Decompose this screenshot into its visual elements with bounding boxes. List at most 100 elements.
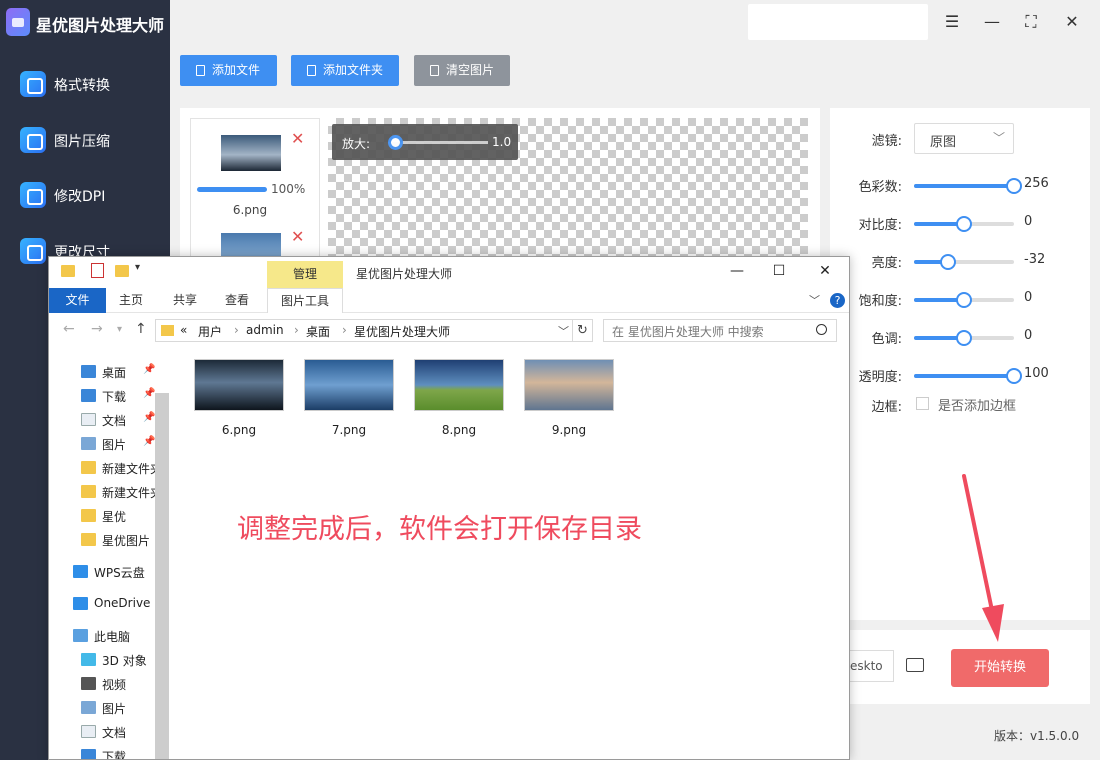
path-dropdown-icon[interactable]: ﹀: [558, 323, 569, 339]
saturation-slider[interactable]: [914, 292, 1014, 308]
folder-icon: [81, 509, 96, 522]
file-item[interactable]: 9.png: [519, 359, 619, 449]
file-thumbnail: [414, 359, 504, 411]
nav-tree-item[interactable]: 图片: [81, 697, 155, 719]
opacity-slider[interactable]: [914, 368, 1022, 384]
nav-tree-item[interactable]: 3D 对象: [81, 649, 155, 671]
explorer-ribbon: 文件 主页 共享 查看 图片工具 ﹀ ?: [49, 288, 849, 313]
opacity-slider-knob[interactable]: [1006, 368, 1022, 384]
add-border-checkbox[interactable]: [916, 397, 929, 410]
opacity-value: 100: [1024, 366, 1049, 381]
file-list-item[interactable]: ✕ 100% 6.png: [191, 119, 319, 217]
explorer-search-input[interactable]: 在 星优图片处理大师 中搜索: [603, 319, 837, 342]
file-item[interactable]: 8.png: [409, 359, 509, 449]
content-area: ✕ 100% 6.png ✕ 放大: 1.0: [180, 108, 820, 269]
nav-tree-item[interactable]: 新建文件夹: [81, 481, 155, 503]
tab-home[interactable]: 主页: [111, 288, 151, 313]
add-folder-button[interactable]: 添加文件夹: [291, 55, 399, 86]
help-icon[interactable]: ?: [830, 293, 845, 308]
breadcrumb-users[interactable]: 用户: [198, 323, 222, 340]
up-arrow-icon[interactable]: ↑: [135, 321, 147, 337]
explorer-title: 星优图片处理大师: [356, 267, 453, 281]
tab-share[interactable]: 共享: [165, 288, 205, 313]
nav-tree-item[interactable]: 星优: [81, 505, 155, 527]
resize-icon: [20, 238, 46, 264]
nav-tree-item[interactable]: 新建文件夹: [81, 457, 155, 479]
brightness-slider[interactable]: [914, 254, 1014, 270]
close-icon[interactable]: ✕: [817, 263, 833, 279]
forward-arrow-icon[interactable]: →: [91, 321, 103, 337]
brightness-label: 亮度:: [871, 256, 902, 271]
breadcrumb-overflow[interactable]: «: [180, 323, 187, 337]
breadcrumb-admin[interactable]: admin: [246, 323, 284, 337]
nav-tree-item[interactable]: 下载 📌: [81, 385, 155, 407]
breadcrumb-current-folder[interactable]: 星优图片处理大师: [354, 323, 450, 340]
remove-file-icon[interactable]: ✕: [291, 227, 304, 246]
add-file-button[interactable]: 添加文件: [180, 55, 277, 86]
quick-access-dropdown-icon[interactable]: ▾: [135, 262, 140, 273]
tab-manage[interactable]: 管理: [267, 261, 343, 288]
color-count-slider-knob[interactable]: [1006, 178, 1022, 194]
file-name: 7.png: [331, 423, 367, 437]
back-arrow-icon[interactable]: ←: [63, 321, 75, 337]
new-folder-icon[interactable]: [115, 265, 129, 277]
folder-icon: [81, 461, 96, 474]
breadcrumb-desktop[interactable]: 桌面: [306, 323, 330, 340]
filter-select[interactable]: 原图 ﹀: [914, 123, 1014, 154]
nav-tree-item[interactable]: 星优图片: [81, 529, 155, 551]
maximize-icon[interactable]: ⛶: [1021, 12, 1041, 32]
maximize-icon[interactable]: ☐: [771, 263, 787, 279]
brightness-slider-knob[interactable]: [940, 254, 956, 270]
expand-ribbon-icon[interactable]: ﹀: [809, 292, 820, 308]
properties-icon[interactable]: [91, 263, 104, 278]
hue-slider[interactable]: [914, 330, 1014, 346]
navigation-scrollbar[interactable]: [155, 393, 169, 759]
nav-tree-label: 新建文件夹: [102, 462, 155, 476]
nav-tree-item[interactable]: 下载: [81, 745, 155, 759]
contrast-slider-knob[interactable]: [956, 216, 972, 232]
nav-tree-item[interactable]: 文档: [81, 721, 155, 743]
sidebar-item-compress[interactable]: 图片压缩: [0, 118, 170, 162]
nav-tree-item[interactable]: 视频: [81, 673, 155, 695]
nav-tree-label: 3D 对象: [102, 654, 147, 668]
nav-tree-item[interactable]: 文档 📌: [81, 409, 155, 431]
close-icon[interactable]: ✕: [1062, 12, 1082, 32]
nav-tree-item[interactable]: 桌面 📌: [81, 361, 155, 383]
start-convert-button[interactable]: 开始转换: [951, 649, 1049, 687]
path-field[interactable]: « 用户 › admin › 桌面 › 星优图片处理大师 ﹀: [155, 319, 573, 342]
tab-file[interactable]: 文件: [49, 288, 106, 313]
dpi-icon: [20, 182, 46, 208]
refresh-icon[interactable]: ↻: [573, 319, 593, 342]
contrast-slider[interactable]: [914, 216, 1014, 232]
sidebar-item-dpi[interactable]: 修改DPI: [0, 173, 170, 217]
hue-slider-knob[interactable]: [956, 330, 972, 346]
color-count-slider[interactable]: [914, 178, 1022, 194]
nav-tree-item[interactable]: 图片 📌: [81, 433, 155, 455]
sidebar-item-format-convert[interactable]: 格式转换: [0, 62, 170, 106]
nav-tree-item[interactable]: WPS云盘: [73, 561, 155, 583]
format-convert-icon: [20, 71, 46, 97]
remove-file-icon[interactable]: ✕: [291, 129, 304, 148]
file-name: 6.png: [221, 423, 257, 437]
color-count-slider-fill: [914, 184, 1014, 188]
file-item[interactable]: 7.png: [299, 359, 399, 449]
cloud-icon: [73, 565, 88, 578]
tab-picture-tools[interactable]: 图片工具: [267, 288, 343, 313]
breadcrumb-separator: ›: [342, 323, 347, 337]
nav-tree-item[interactable]: OneDrive: [73, 593, 155, 615]
clear-images-button[interactable]: 清空图片: [414, 55, 510, 86]
open-folder-icon[interactable]: [906, 658, 924, 672]
output-path-field[interactable]: eskto: [848, 650, 894, 682]
nav-tree-item[interactable]: 此电脑: [73, 625, 155, 647]
tab-view[interactable]: 查看: [217, 288, 257, 313]
zoom-slider-knob[interactable]: [388, 135, 403, 150]
recent-locations-icon[interactable]: ▾: [117, 324, 122, 335]
zoom-label: 放大:: [342, 137, 371, 151]
file-item[interactable]: 6.png: [189, 359, 289, 449]
saturation-slider-knob[interactable]: [956, 292, 972, 308]
sidebar-item-label: 图片压缩: [54, 134, 110, 150]
zoom-slider[interactable]: [392, 141, 488, 144]
minimize-icon[interactable]: —: [729, 263, 745, 279]
settings-sliders-icon[interactable]: ☰: [942, 12, 962, 32]
minimize-icon[interactable]: —: [982, 12, 1002, 32]
